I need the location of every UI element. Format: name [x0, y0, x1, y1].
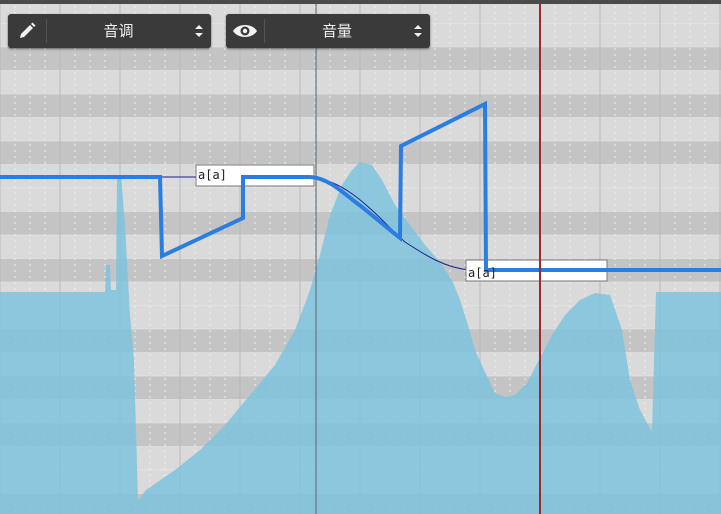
- select-divider: [46, 19, 47, 43]
- view-select-value: 音量: [321, 22, 352, 40]
- select-divider: [264, 19, 265, 43]
- parameter-select-value: 音调: [103, 22, 134, 40]
- view-select[interactable]: 音量: [226, 14, 430, 48]
- piano-roll-canvas[interactable]: [0, 0, 721, 514]
- piano-roll-editor[interactable]: a[a] a[a] 音调 音量: [0, 0, 721, 514]
- parameter-select[interactable]: 音调: [8, 14, 211, 48]
- updown-arrow-icon: [193, 14, 205, 48]
- note-lyric: a[a]: [468, 266, 497, 280]
- eye-icon[interactable]: [226, 14, 264, 48]
- timeline-top-bar: [0, 0, 721, 4]
- updown-arrow-icon: [412, 14, 424, 48]
- pencil-icon[interactable]: [8, 14, 46, 48]
- note-lyric: a[a]: [198, 168, 227, 182]
